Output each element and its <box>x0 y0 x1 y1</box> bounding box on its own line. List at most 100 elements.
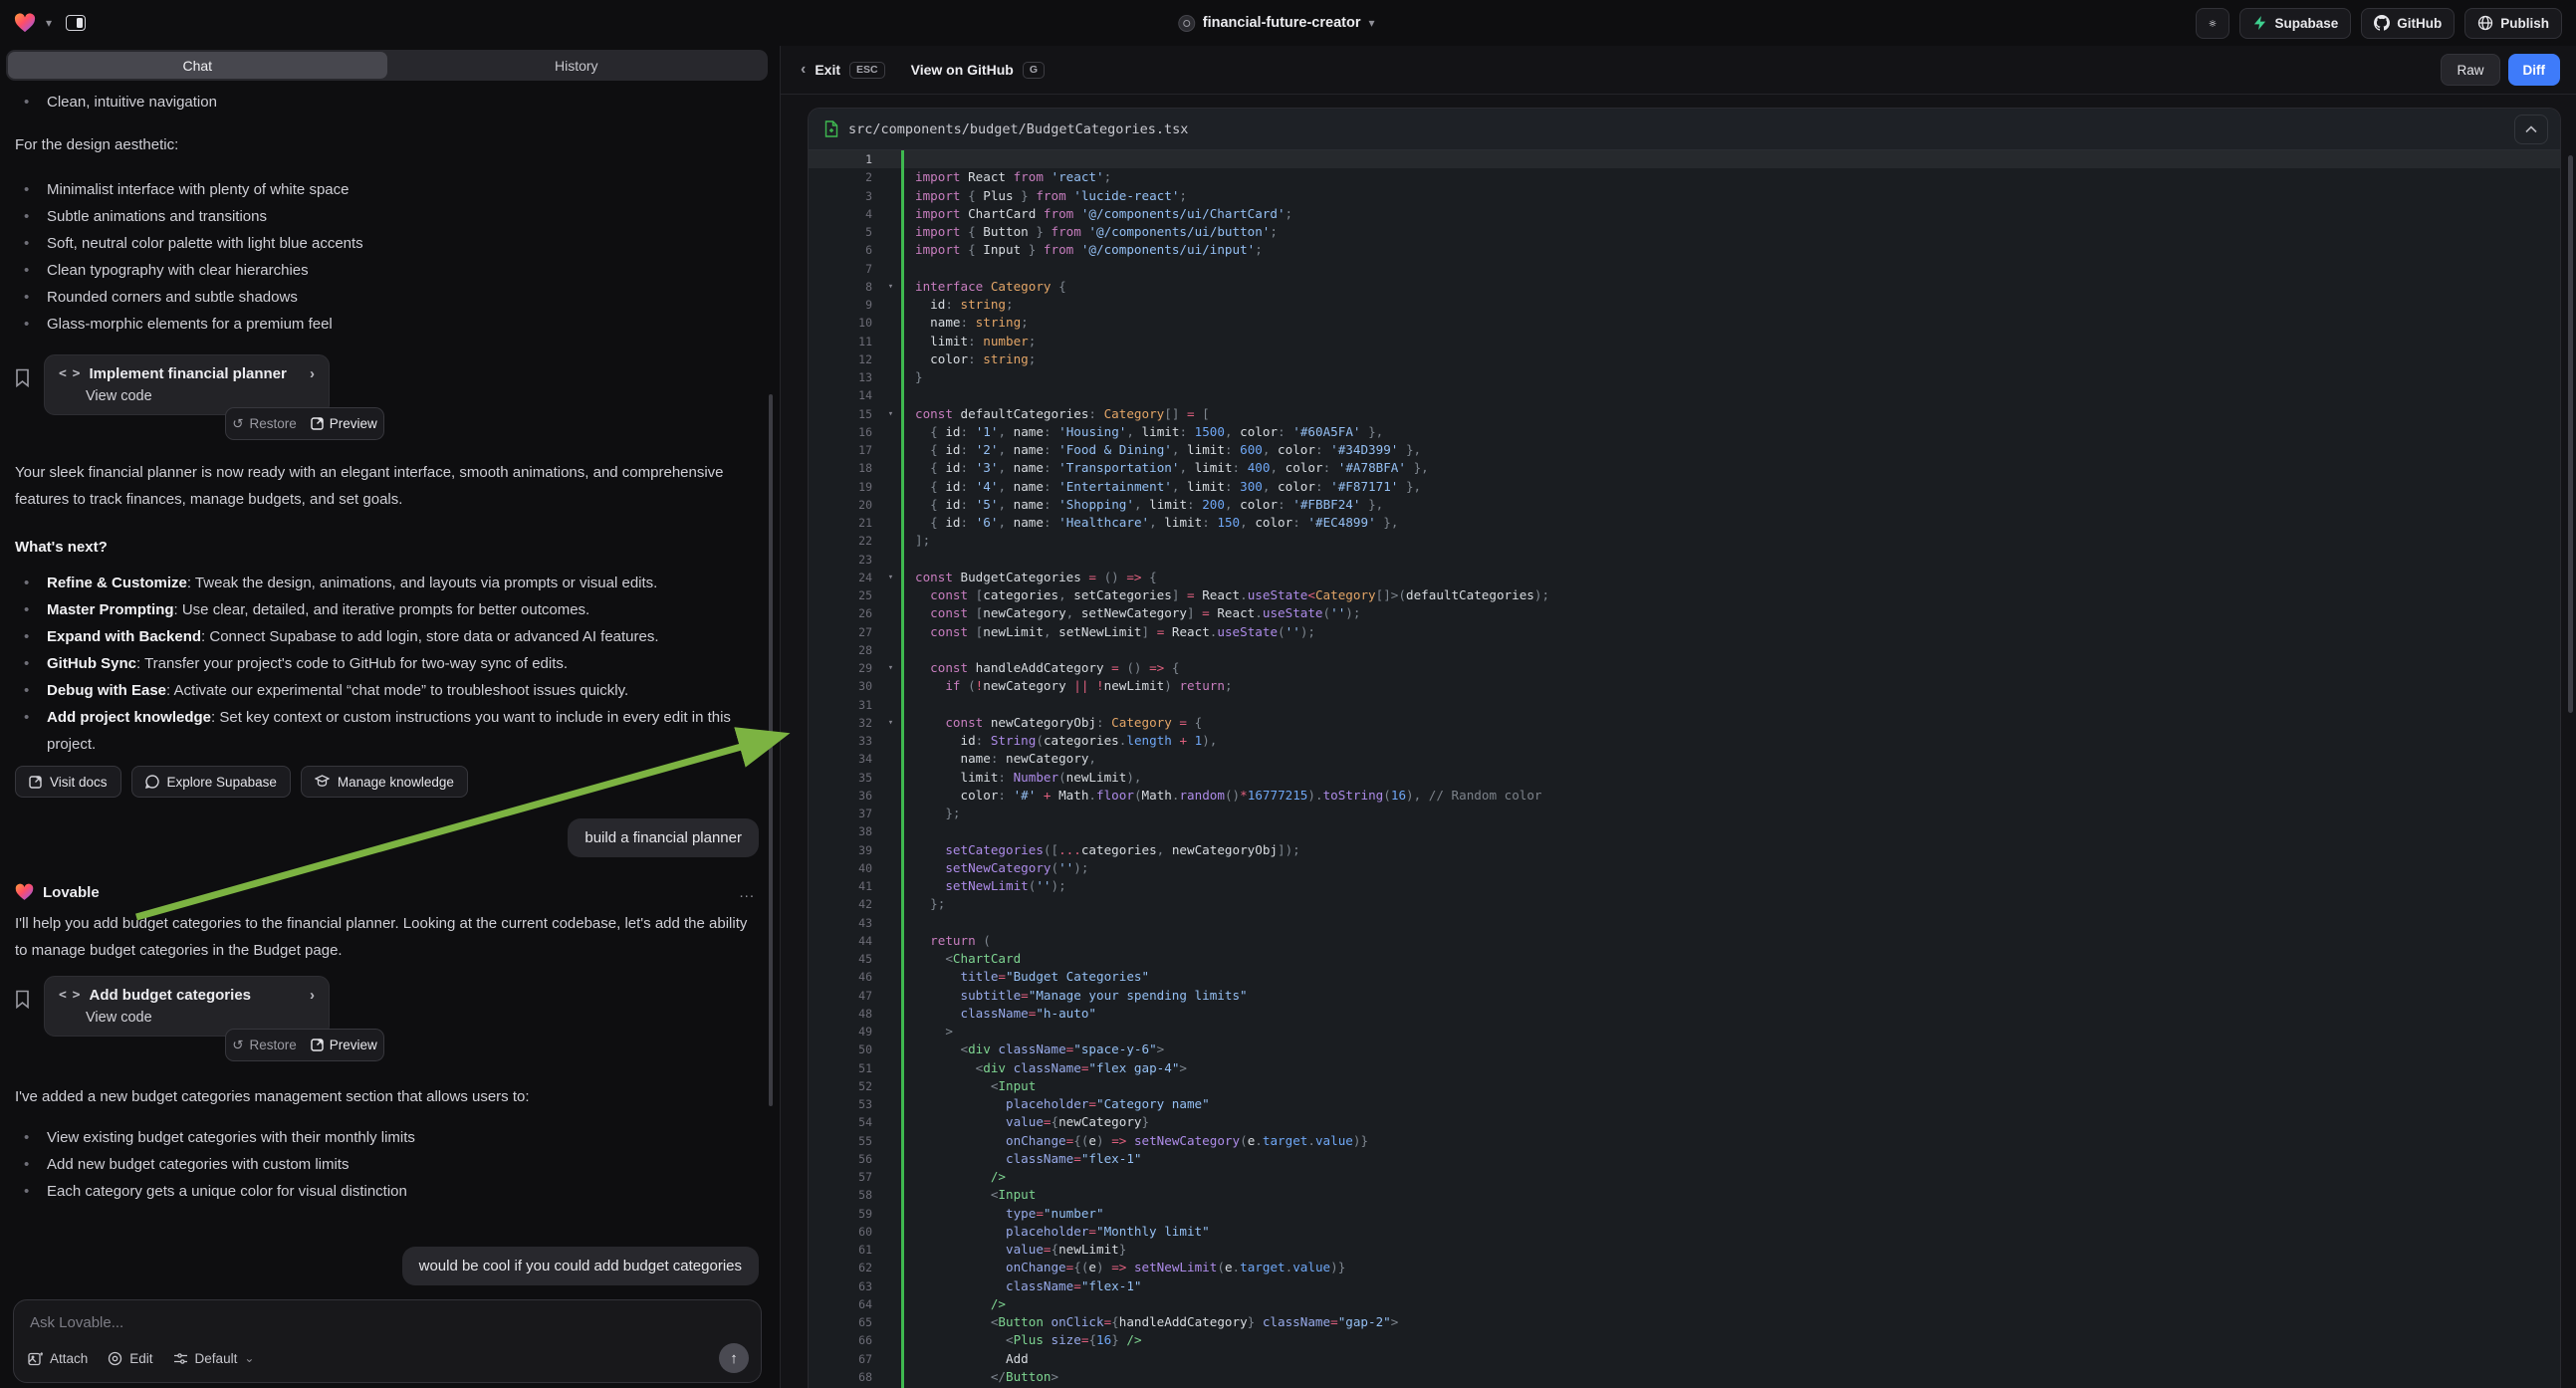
fold-chevron-icon[interactable]: ▾ <box>880 278 901 296</box>
fold-gutter <box>880 478 901 496</box>
fold-gutter <box>880 1132 901 1150</box>
edit-button[interactable]: Edit <box>108 1351 152 1366</box>
fold-chevron-icon[interactable]: ▾ <box>880 405 901 423</box>
attach-button[interactable]: Attach <box>28 1351 88 1366</box>
fold-gutter <box>880 514 901 532</box>
bookmark-icon[interactable] <box>15 990 30 1009</box>
code-line: 20 { id: '5', name: 'Shopping', limit: 2… <box>809 496 2560 514</box>
code-line: 55 onChange={(e) => setNewCategory(e.tar… <box>809 1132 2560 1150</box>
fold-gutter <box>880 223 901 241</box>
added-file-icon <box>824 120 838 137</box>
fold-gutter <box>880 459 901 477</box>
fold-gutter <box>880 350 901 368</box>
bookmark-icon[interactable] <box>15 368 30 387</box>
fold-gutter <box>880 932 901 950</box>
esc-shortcut-badge: ESC <box>849 62 885 79</box>
whats-next-list: Refine & Customize: Tweak the design, an… <box>15 570 767 758</box>
supabase-button[interactable]: Supabase <box>2239 8 2351 39</box>
tab-history[interactable]: History <box>387 52 767 79</box>
chevron-down-icon: ⌄ <box>244 1351 254 1365</box>
code-line: 42 }; <box>809 895 2560 913</box>
fold-chevron-icon[interactable]: ▾ <box>880 659 901 677</box>
visit-docs-button[interactable]: Visit docs <box>15 766 121 798</box>
fold-chevron-icon[interactable]: ▾ <box>880 714 901 732</box>
intro-bullet-list: Clean, intuitive navigation <box>15 89 767 116</box>
restore-button[interactable]: ↺Restore <box>232 1038 297 1053</box>
code-line: 44 return ( <box>809 932 2560 950</box>
fold-gutter <box>880 1241 901 1259</box>
code-line: 39 setCategories([...categories, newCate… <box>809 841 2560 859</box>
view-code-link[interactable]: View code <box>86 388 315 404</box>
chat-input-box[interactable]: Ask Lovable... Attach Edit Default ⌄ ↑ <box>13 1299 762 1383</box>
diff-toggle-button[interactable]: Diff <box>2508 54 2561 86</box>
g-shortcut-badge: G <box>1023 62 1045 79</box>
collapse-file-button[interactable] <box>2514 115 2548 144</box>
code-line: 49 > <box>809 1023 2560 1041</box>
logo-chevron-down-icon[interactable]: ▾ <box>46 16 52 30</box>
assistant-paragraph: I've added a new budget categories manag… <box>15 1083 760 1110</box>
preview-button[interactable]: Preview <box>311 1038 377 1052</box>
file-path: src/components/budget/BudgetCategories.t… <box>848 121 1188 137</box>
chat-scroll-area[interactable]: Clean, intuitive navigation For the desi… <box>0 85 767 1288</box>
code-line: 64 /> <box>809 1295 2560 1313</box>
code-editor[interactable]: 12import React from 'react';3import { Pl… <box>809 150 2560 1388</box>
file-path-bar[interactable]: src/components/budget/BudgetCategories.t… <box>809 109 2560 150</box>
chat-bullet-item: View existing budget categories with the… <box>15 1124 767 1151</box>
tab-chat[interactable]: Chat <box>8 52 387 79</box>
code-scrollbar[interactable] <box>2568 155 2573 713</box>
code-line: 29▾ const handleAddCategory = () => { <box>809 659 2560 677</box>
target-icon <box>108 1351 122 1366</box>
manage-knowledge-button[interactable]: Manage knowledge <box>301 766 468 798</box>
top-bar: ▾ financial-future-creator ▾ Supabase Gi… <box>0 0 2576 46</box>
fold-gutter <box>880 333 901 350</box>
version-card-add-budget-categories[interactable]: < > Add budget categories › View code <box>44 976 330 1037</box>
fold-chevron-icon[interactable]: ▾ <box>880 569 901 586</box>
fold-gutter <box>880 551 901 569</box>
fold-gutter <box>880 314 901 332</box>
project-name: financial-future-creator <box>1203 15 1361 31</box>
code-line: 46 title="Budget Categories" <box>809 968 2560 986</box>
fold-gutter <box>880 1205 901 1223</box>
chat-input-placeholder: Ask Lovable... <box>30 1314 745 1331</box>
whats-next-heading: What's next? <box>15 534 767 561</box>
view-code-link[interactable]: View code <box>86 1010 315 1026</box>
github-button[interactable]: GitHub <box>2361 8 2455 39</box>
chat-bullet-item: Debug with Ease: Activate our experiment… <box>15 677 767 704</box>
send-button[interactable]: ↑ <box>719 1343 749 1373</box>
chevron-right-icon: › <box>310 987 315 1004</box>
fold-gutter <box>880 805 901 822</box>
design-heading: For the design aesthetic: <box>15 131 760 158</box>
code-line: 14 <box>809 386 2560 404</box>
feature-bullet-list: View existing budget categories with the… <box>15 1124 767 1205</box>
mode-select[interactable]: Default ⌄ <box>173 1351 255 1366</box>
version-card-implement-financial-planner[interactable]: < > Implement financial planner › View c… <box>44 354 330 415</box>
external-link-icon <box>311 417 324 430</box>
code-line: 3import { Plus } from 'lucide-react'; <box>809 187 2560 205</box>
publish-button[interactable]: Publish <box>2464 8 2562 39</box>
explore-supabase-button[interactable]: Explore Supabase <box>131 766 291 798</box>
sliders-icon <box>173 1352 188 1365</box>
code-line: 58 <Input <box>809 1186 2560 1204</box>
fold-gutter <box>880 1350 901 1368</box>
chat-scrollbar[interactable] <box>769 394 773 1106</box>
view-on-github-button[interactable]: View on GitHub G <box>911 62 1045 79</box>
exit-button[interactable]: ‹ Exit ESC <box>801 61 885 79</box>
code-line: 52 <Input <box>809 1077 2560 1095</box>
chat-bullet-item: Subtle animations and transitions <box>15 203 767 230</box>
preview-button[interactable]: Preview <box>311 416 377 431</box>
raw-toggle-button[interactable]: Raw <box>2441 54 2499 86</box>
code-line: 10 name: string; <box>809 314 2560 332</box>
toggle-panel-button[interactable] <box>62 11 90 35</box>
code-line: 43 <box>809 914 2560 932</box>
settings-button[interactable] <box>2196 8 2229 39</box>
restore-button[interactable]: ↺Restore <box>232 416 297 432</box>
version-actions-pill: ↺Restore Preview <box>225 407 384 440</box>
fold-gutter <box>880 1277 901 1295</box>
knowledge-icon <box>315 775 330 789</box>
fold-gutter <box>880 1186 901 1204</box>
code-line: 65 <Button onClick={handleAddCategory} c… <box>809 1313 2560 1331</box>
message-more-button[interactable]: ... <box>739 884 755 901</box>
project-switcher[interactable]: financial-future-creator ▾ <box>1178 0 1375 46</box>
fold-gutter <box>880 205 901 223</box>
lovable-logo-icon[interactable] <box>14 13 36 33</box>
